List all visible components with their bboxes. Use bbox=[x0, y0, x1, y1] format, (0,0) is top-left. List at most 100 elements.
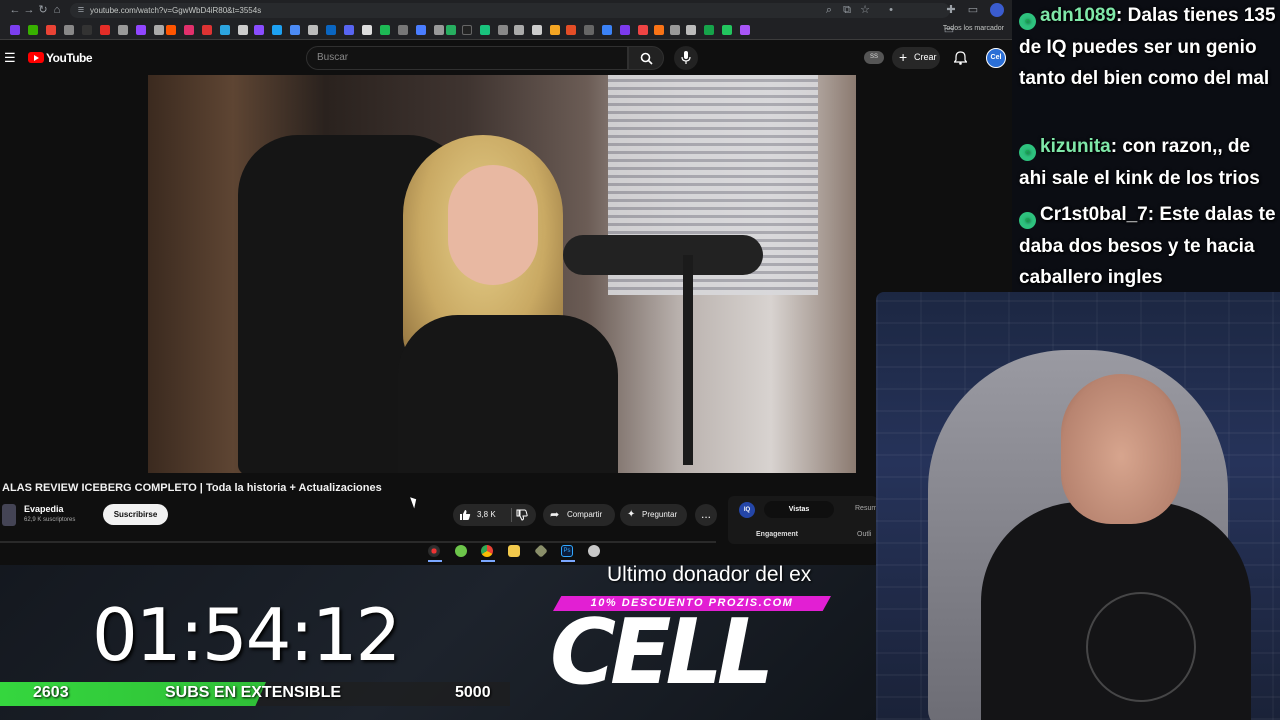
channel-avatar[interactable] bbox=[2, 504, 16, 526]
url-text: youtube.com/watch?v=GgwWbD4iR80&t=3554s bbox=[90, 6, 262, 15]
extension-badge-icon[interactable]: SS bbox=[864, 51, 884, 64]
mouse-cursor-icon bbox=[410, 495, 419, 509]
voice-search-button[interactable] bbox=[674, 46, 698, 70]
youtube-logo-text[interactable]: YouTube bbox=[46, 51, 93, 65]
youtube-logo-icon[interactable] bbox=[28, 52, 44, 63]
bookmark-icon[interactable] bbox=[202, 25, 212, 35]
extensions-puzzle-icon[interactable]: ✚ bbox=[944, 3, 958, 17]
thumbs-up-icon[interactable] bbox=[459, 509, 471, 521]
twitch-icon[interactable] bbox=[136, 25, 146, 35]
bookmark-icon[interactable] bbox=[584, 25, 594, 35]
zoom-icon[interactable]: ⌕ bbox=[822, 3, 836, 17]
search-placeholder: Buscar bbox=[317, 52, 349, 63]
bookmark-icon[interactable] bbox=[416, 25, 426, 35]
avatar[interactable]: Cel bbox=[986, 48, 1006, 68]
bookmark-icon[interactable] bbox=[550, 25, 560, 35]
extension-icon[interactable]: • bbox=[884, 3, 898, 17]
bookmark-icon[interactable] bbox=[10, 25, 20, 35]
sidebar-icon[interactable]: ▭ bbox=[966, 3, 980, 17]
bookmark-icon[interactable] bbox=[434, 25, 444, 35]
menu-icon[interactable]: ☰ bbox=[4, 50, 16, 66]
search-button[interactable] bbox=[628, 46, 664, 70]
like-count[interactable]: 3,8 K bbox=[477, 504, 496, 526]
obs-app-icon[interactable] bbox=[428, 545, 440, 557]
xbox-app-icon[interactable] bbox=[455, 545, 467, 557]
sponsor-logo: CELL bbox=[550, 600, 774, 705]
bookmark-icon[interactable] bbox=[654, 25, 664, 35]
youtube-icon[interactable] bbox=[100, 25, 110, 35]
back-icon[interactable]: ← bbox=[8, 3, 22, 17]
search-input[interactable]: Buscar bbox=[306, 46, 628, 70]
bookmark-icon[interactable] bbox=[308, 25, 318, 35]
taskbar-active-indicator bbox=[428, 560, 442, 562]
video-scene-microphone bbox=[563, 235, 763, 275]
chat-badge-icon: ☺ bbox=[1019, 212, 1036, 229]
photoshop-app-icon[interactable]: Ps bbox=[561, 545, 573, 557]
bookmark-icon[interactable] bbox=[220, 25, 230, 35]
notification-bell-icon[interactable] bbox=[954, 51, 967, 65]
video-player[interactable] bbox=[148, 75, 856, 473]
chrome-app-icon[interactable] bbox=[481, 545, 493, 557]
last-donor-ticker: Ultimo donador del ex bbox=[607, 563, 812, 586]
forward-icon[interactable]: → bbox=[22, 3, 36, 17]
profile-icon[interactable] bbox=[990, 3, 1004, 17]
bookmark-icon[interactable] bbox=[670, 25, 680, 35]
bookmark-icon[interactable] bbox=[272, 25, 282, 35]
app-icon[interactable] bbox=[588, 545, 600, 557]
bookmark-icon[interactable] bbox=[704, 25, 714, 35]
site-info-icon[interactable]: ≡ bbox=[74, 3, 88, 17]
address-bar[interactable]: ≡ youtube.com/watch?v=GgwWbD4iR80&t=3554… bbox=[70, 3, 950, 18]
file-explorer-app-icon[interactable] bbox=[508, 545, 520, 557]
bookmark-icon[interactable] bbox=[566, 25, 576, 35]
chatgpt-icon[interactable] bbox=[480, 25, 490, 35]
bookmark-icon[interactable] bbox=[154, 25, 164, 35]
taskbar-active-indicator bbox=[561, 560, 575, 562]
channel-name[interactable]: Evapedia bbox=[24, 504, 64, 514]
home-icon[interactable]: ⌂ bbox=[50, 3, 64, 17]
bookmark-icon[interactable] bbox=[638, 25, 648, 35]
app-icon[interactable] bbox=[534, 544, 548, 558]
create-button[interactable]: + Crear bbox=[892, 47, 940, 69]
bookmark-icon[interactable] bbox=[254, 25, 264, 35]
bookmark-icon[interactable] bbox=[514, 25, 524, 35]
tiktok-icon[interactable] bbox=[82, 25, 92, 35]
subs-goal-label: SUBS EN EXTENSIBLE bbox=[165, 684, 342, 701]
chat-username: adn1089 bbox=[1040, 5, 1117, 26]
bookmark-icon[interactable] bbox=[238, 25, 248, 35]
bookmark-icon[interactable] bbox=[722, 25, 732, 35]
bookmark-icon[interactable] bbox=[532, 25, 542, 35]
bookmark-icon[interactable] bbox=[620, 25, 630, 35]
bookmark-icon[interactable] bbox=[462, 25, 472, 35]
bookmark-icon[interactable] bbox=[498, 25, 508, 35]
more-actions-button[interactable]: ... bbox=[695, 504, 717, 526]
bookmark-icon[interactable] bbox=[446, 25, 456, 35]
thumbs-down-icon[interactable] bbox=[516, 509, 528, 521]
instagram-icon[interactable] bbox=[184, 25, 194, 35]
share-button[interactable]: ➦ Compartir bbox=[543, 504, 615, 526]
reload-icon[interactable]: ↻ bbox=[36, 3, 50, 17]
ask-button[interactable]: ✦ Preguntar bbox=[620, 504, 687, 526]
chat-message: ☺ kizunita: con razon,, de ahi sale el ki… bbox=[1019, 131, 1277, 194]
bookmark-icon[interactable] bbox=[686, 25, 696, 35]
iq-logo-icon[interactable]: IQ bbox=[739, 502, 755, 518]
bookmark-icon[interactable] bbox=[166, 25, 176, 35]
bookmark-icon[interactable] bbox=[602, 25, 612, 35]
bookmark-star-icon[interactable]: ☆ bbox=[858, 3, 872, 17]
bookmark-icon[interactable] bbox=[398, 25, 408, 35]
install-icon[interactable]: ⧉ bbox=[840, 3, 854, 17]
x-icon[interactable] bbox=[64, 25, 74, 35]
tab-vistas[interactable]: Vistas bbox=[764, 501, 834, 518]
bookmark-icon[interactable] bbox=[118, 25, 128, 35]
spotify-icon[interactable] bbox=[380, 25, 390, 35]
bookmark-icon[interactable] bbox=[740, 25, 750, 35]
all-bookmarks-label[interactable]: Todos los marcador bbox=[943, 25, 1004, 32]
bookmark-icon[interactable] bbox=[28, 25, 38, 35]
bookmark-icon[interactable] bbox=[290, 25, 300, 35]
subscribe-button[interactable]: Suscribirse bbox=[103, 504, 168, 525]
bookmark-icon[interactable] bbox=[362, 25, 372, 35]
tab-resumen[interactable]: Resum bbox=[855, 505, 877, 512]
discord-icon[interactable] bbox=[344, 25, 354, 35]
gmail-icon[interactable] bbox=[46, 25, 56, 35]
bookmark-icon[interactable] bbox=[326, 25, 336, 35]
chat-badge-icon: ☺ bbox=[1019, 13, 1036, 30]
